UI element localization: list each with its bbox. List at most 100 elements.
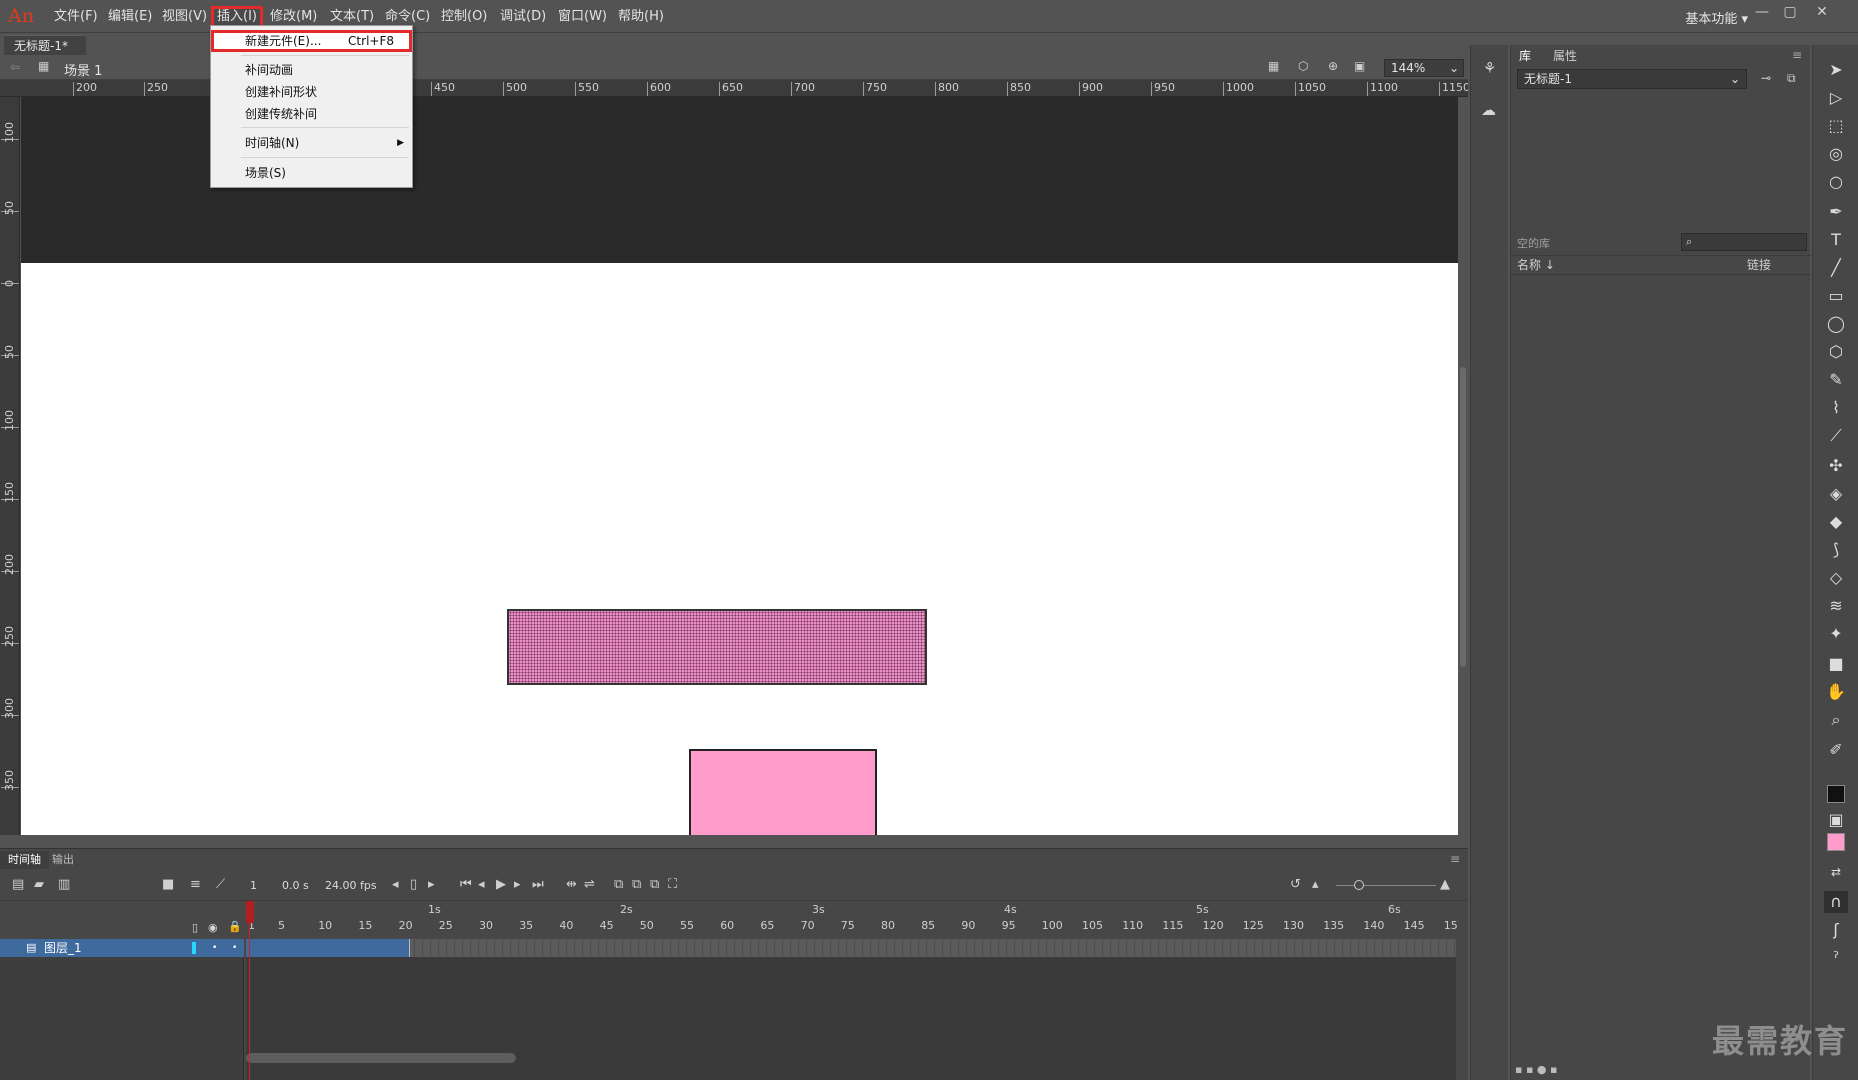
edit-multiple-frames-icon[interactable]: ⧉	[650, 877, 659, 892]
edit-scene-icon[interactable]: ▦	[1268, 59, 1279, 73]
close-window-button[interactable]: ✕	[1810, 3, 1834, 21]
camera-tool-icon[interactable]: ■	[1824, 653, 1848, 675]
paint-brush-tool-icon[interactable]: ⌇	[1824, 397, 1848, 419]
library-search-input[interactable]: ⌕	[1681, 233, 1807, 251]
text-tool-icon[interactable]: T	[1824, 229, 1848, 251]
menu-window[interactable]: 窗口(W)	[554, 8, 611, 26]
rectangle-tool-icon[interactable]: ▭	[1824, 285, 1848, 307]
scrollbar-thumb[interactable]	[1460, 367, 1466, 667]
last-frame-icon[interactable]: ⏭	[532, 877, 544, 892]
edit-symbol-icon[interactable]: ⬡	[1298, 59, 1308, 73]
back-arrow-icon[interactable]: ⇦	[10, 60, 20, 74]
oval-tool-icon[interactable]: ◯	[1824, 313, 1848, 335]
layer-color-marker[interactable]	[192, 942, 196, 954]
tab-timeline[interactable]: 时间轴	[0, 851, 49, 869]
panel-menu-icon[interactable]: ≡	[1450, 852, 1460, 866]
tab-library[interactable]: 库	[1511, 47, 1539, 65]
line-tool-icon[interactable]: ╱	[1824, 257, 1848, 279]
layer-frames-row[interactable]	[246, 939, 1456, 957]
filled-frame-span[interactable]	[246, 939, 410, 957]
document-tab[interactable]: 无标题-1* ×	[4, 35, 86, 73]
frames-grid[interactable]	[246, 939, 1456, 1080]
workspace-switcher[interactable]: 基本功能 ▾	[1685, 8, 1748, 27]
subselection-tool-icon[interactable]: ▷	[1824, 87, 1848, 109]
swap-colors-icon[interactable]: ⇄	[1824, 861, 1848, 883]
layer-name[interactable]: 图层_1	[44, 941, 82, 955]
asset-warp-tool-icon[interactable]: ✦	[1824, 623, 1848, 645]
paint-bucket-tool-icon[interactable]: ◈	[1824, 483, 1848, 505]
layer-depth-icon[interactable]: ≡	[190, 877, 201, 892]
brush-tool-icon[interactable]: ⟋	[1824, 425, 1848, 447]
zoom-out-frames-icon[interactable]: ▴	[1312, 877, 1319, 892]
menu-modify[interactable]: 修改(M)	[266, 8, 321, 26]
hand-tool-icon[interactable]: ✋	[1824, 681, 1848, 703]
modify-onion-markers-icon[interactable]: ⛶	[668, 877, 677, 892]
step-forward-icon[interactable]: ▸	[514, 877, 521, 892]
paint-brush-panel-icon[interactable]: ⚘	[1483, 59, 1496, 77]
loop-icon[interactable]: ⇌	[584, 877, 595, 892]
frame-zoom-slider[interactable]	[1336, 885, 1436, 886]
minimize-button[interactable]: —	[1750, 3, 1774, 21]
layer-lock-dot[interactable]: •	[232, 939, 237, 957]
playhead-handle[interactable]	[246, 901, 254, 923]
insert-keyframe-icon[interactable]: ▯	[410, 877, 417, 892]
pencil-tool-icon[interactable]: ✎	[1824, 369, 1848, 391]
camera-icon[interactable]: ■	[162, 877, 174, 892]
outline-toggle-icon[interactable]: ▯	[192, 921, 198, 934]
frame-rate[interactable]: 24.00 fps	[325, 879, 377, 892]
eraser-tool-icon[interactable]: ◇	[1824, 567, 1848, 589]
first-frame-icon[interactable]: ⏮	[460, 877, 472, 892]
polystar-tool-icon[interactable]: ⬡	[1824, 341, 1848, 363]
snap-magnet-icon[interactable]: ∩	[1824, 891, 1848, 913]
ink-bottle-tool-icon[interactable]: ◆	[1824, 511, 1848, 533]
menu-item-new-symbol[interactable]: 新建元件(E)... Ctrl+F8	[211, 30, 412, 52]
frame-zoom-handle[interactable]	[1354, 880, 1364, 890]
panel-menu-icon[interactable]: ≡	[1792, 48, 1802, 62]
clip-content-icon[interactable]: ▣	[1354, 59, 1365, 73]
step-back-icon[interactable]: ◂	[478, 877, 485, 892]
timeline-horizontal-scrollbar[interactable]	[246, 1053, 516, 1063]
onion-skin-icon[interactable]: ⧉	[614, 877, 623, 892]
prev-keyframe-icon[interactable]: ◂	[392, 877, 399, 892]
center-stage-icon[interactable]: ⊕	[1328, 59, 1338, 73]
pink-rectangle-shape[interactable]	[689, 749, 877, 835]
pin-icon[interactable]: ⊸	[1761, 71, 1771, 85]
menu-item-timeline[interactable]: 时间轴(N) ▶	[211, 132, 412, 154]
playhead[interactable]	[246, 901, 256, 1080]
play-icon[interactable]: ▶	[496, 877, 506, 892]
tab-output[interactable]: 输出	[44, 851, 82, 869]
delete-layer-icon[interactable]: ▥	[58, 877, 70, 892]
lock-icon[interactable]: 🔒	[228, 920, 242, 933]
graph-icon[interactable]: ⟋	[216, 877, 225, 892]
zoom-tool-icon[interactable]: ⌕	[1824, 709, 1848, 731]
zoom-select[interactable]: 144% ⌄	[1384, 59, 1464, 77]
free-transform-tool-icon[interactable]: ⬚	[1824, 115, 1848, 137]
menu-control[interactable]: 控制(O)	[437, 8, 491, 26]
tab-properties[interactable]: 属性	[1545, 47, 1585, 65]
menu-insert[interactable]: 插入(I)	[211, 6, 263, 28]
current-time[interactable]: 0.0 s	[282, 879, 309, 892]
stage-vertical-scrollbar[interactable]	[1458, 97, 1468, 835]
zoom-in-frames-icon[interactable]: ▲	[1440, 877, 1450, 892]
3d-rotation-tool-icon[interactable]: ◎	[1824, 143, 1848, 165]
menu-edit[interactable]: 编辑(E)	[104, 8, 156, 26]
column-name[interactable]: 名称 ↓	[1517, 256, 1555, 274]
new-layer-icon[interactable]: ▤	[12, 877, 24, 892]
column-linkage[interactable]: 链接	[1747, 256, 1771, 274]
fill-color-bucket-icon[interactable]: ▣	[1824, 809, 1848, 831]
eyedropper-tool-icon[interactable]: ⟆	[1824, 539, 1848, 561]
cc-libraries-icon[interactable]: ☁	[1481, 101, 1496, 119]
rotate-icon[interactable]: ↺	[1290, 877, 1301, 892]
pen-tool-icon[interactable]: ✒	[1824, 201, 1848, 223]
visibility-eye-icon[interactable]: ◉	[208, 921, 218, 934]
selection-tool-icon[interactable]: ➤	[1824, 59, 1848, 81]
stroke-color-pencil-icon[interactable]: ✐	[1824, 739, 1848, 761]
menu-item-motion-tween[interactable]: 补间动画	[211, 59, 412, 81]
pasteboard[interactable]	[21, 97, 1458, 835]
menu-debug[interactable]: 调试(D)	[496, 8, 550, 26]
menu-help[interactable]: 帮助(H)	[614, 8, 668, 26]
current-frame[interactable]: 1	[250, 879, 257, 892]
menu-commands[interactable]: 命令(C)	[381, 8, 434, 26]
stroke-color-swatch[interactable]	[1827, 785, 1845, 803]
new-library-panel-icon[interactable]: ⧉	[1787, 71, 1796, 86]
